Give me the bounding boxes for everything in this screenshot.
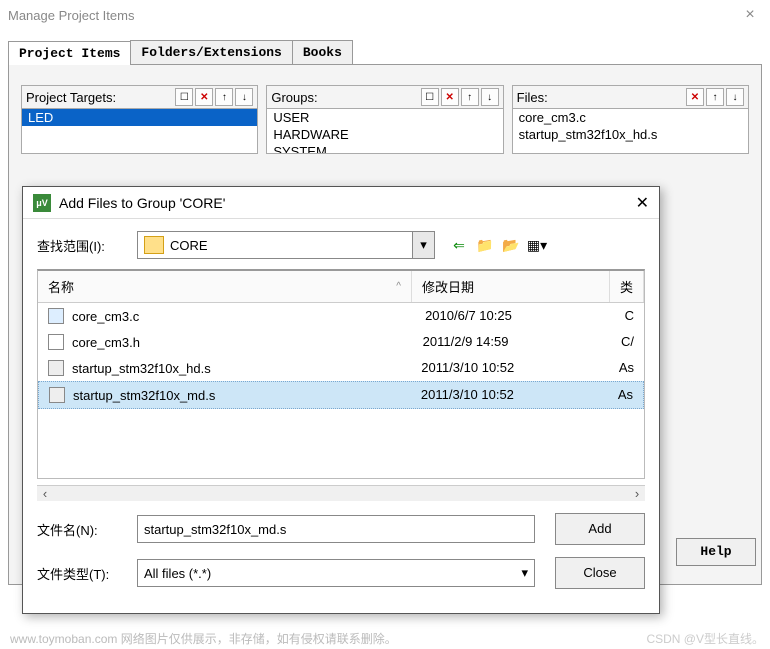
targets-new-icon[interactable]: ☐ <box>175 88 193 106</box>
main-titlebar: Manage Project Items × <box>0 0 770 30</box>
dialog-title: Add Files to Group 'CORE' <box>59 195 636 211</box>
groups-column: Groups: ☐ ✕ ↑ ↓ USER HARDWARE SYSTEM <box>266 85 503 154</box>
targets-up-icon[interactable]: ↑ <box>215 88 233 106</box>
view-menu-icon[interactable]: ▦▾ <box>527 235 547 255</box>
files-list[interactable]: core_cm3.c startup_stm32f10x_hd.s <box>513 109 748 153</box>
groups-up-icon[interactable]: ↑ <box>461 88 479 106</box>
header-date[interactable]: 修改日期 <box>412 271 610 302</box>
tab-project-items[interactable]: Project Items <box>8 41 131 65</box>
filetype-combo[interactable]: All files (*.*) ▾ <box>137 559 535 587</box>
groups-down-icon[interactable]: ↓ <box>481 88 499 106</box>
main-close-icon[interactable]: × <box>738 6 762 24</box>
target-item-led[interactable]: LED <box>22 109 257 126</box>
up-one-level-icon[interactable]: 📁 <box>475 235 495 255</box>
folder-icon <box>144 236 164 254</box>
files-up-icon[interactable]: ↑ <box>706 88 724 106</box>
file-list-header: 名称 ^ 修改日期 类 <box>38 271 644 303</box>
groups-new-icon[interactable]: ☐ <box>421 88 439 106</box>
tab-folders-extensions[interactable]: Folders/Extensions <box>130 40 292 64</box>
c-file-icon <box>48 308 64 324</box>
close-button[interactable]: Close <box>555 557 645 589</box>
file-row[interactable]: startup_stm32f10x_hd.s 2011/3/10 10:52 A… <box>38 355 644 381</box>
main-title: Manage Project Items <box>8 8 738 23</box>
file-row-selected[interactable]: startup_stm32f10x_md.s 2011/3/10 10:52 A… <box>38 381 644 409</box>
filetype-label: 文件类型(T): <box>37 564 137 583</box>
lookin-label: 查找范围(I): <box>37 236 137 255</box>
dialog-titlebar: μV Add Files to Group 'CORE' ✕ <box>23 187 659 219</box>
targets-label: Project Targets: <box>26 90 175 105</box>
file-item-1[interactable]: startup_stm32f10x_hd.s <box>513 126 748 143</box>
file-row[interactable]: core_cm3.c 2010/6/7 10:25 C <box>38 303 644 329</box>
lookin-combo[interactable]: CORE ▾ <box>137 231 435 259</box>
new-folder-icon[interactable]: 📂 <box>501 235 521 255</box>
targets-list[interactable]: LED <box>22 109 257 153</box>
group-item-system[interactable]: SYSTEM <box>267 143 502 153</box>
group-item-hardware[interactable]: HARDWARE <box>267 126 502 143</box>
file-row[interactable]: core_cm3.h 2011/2/9 14:59 C/ <box>38 329 644 355</box>
groups-label: Groups: <box>271 90 420 105</box>
file-rows: core_cm3.c 2010/6/7 10:25 C core_cm3.h 2… <box>38 303 644 409</box>
back-icon[interactable]: ⇐ <box>449 235 469 255</box>
lookin-value: CORE <box>170 238 412 253</box>
lookin-dropdown-icon[interactable]: ▾ <box>412 232 434 258</box>
scroll-left-icon[interactable]: ‹ <box>37 486 53 501</box>
targets-down-icon[interactable]: ↓ <box>235 88 253 106</box>
watermark-left: www.toymoban.com 网络图片仅供展示，非存储，如有侵权请联系删除。 <box>10 630 397 647</box>
h-file-icon <box>48 334 64 350</box>
help-button[interactable]: Help <box>676 538 756 566</box>
targets-delete-icon[interactable]: ✕ <box>195 88 213 106</box>
filename-label: 文件名(N): <box>37 520 137 539</box>
add-files-dialog: μV Add Files to Group 'CORE' ✕ 查找范围(I): … <box>22 186 660 614</box>
sort-asc-icon[interactable]: ^ <box>396 279 401 294</box>
header-type[interactable]: 类 <box>610 271 644 302</box>
groups-list[interactable]: USER HARDWARE SYSTEM <box>267 109 502 153</box>
header-name[interactable]: 名称 <box>48 277 74 296</box>
dialog-close-icon[interactable]: ✕ <box>636 193 649 213</box>
dialog-app-icon: μV <box>33 194 51 212</box>
add-button[interactable]: Add <box>555 513 645 545</box>
scroll-right-icon[interactable]: › <box>629 486 645 501</box>
asm-file-icon <box>49 387 65 403</box>
group-item-user[interactable]: USER <box>267 109 502 126</box>
files-label: Files: <box>517 90 686 105</box>
files-down-icon[interactable]: ↓ <box>726 88 744 106</box>
tab-books[interactable]: Books <box>292 40 353 64</box>
files-delete-icon[interactable]: ✕ <box>686 88 704 106</box>
filetype-dropdown-icon[interactable]: ▾ <box>521 565 528 581</box>
tab-strip: Project Items Folders/Extensions Books <box>8 40 762 65</box>
asm-file-icon <box>48 360 64 376</box>
project-targets-column: Project Targets: ☐ ✕ ↑ ↓ LED <box>21 85 258 154</box>
file-list[interactable]: 名称 ^ 修改日期 类 core_cm3.c 2010/6/7 10:25 C … <box>37 269 645 479</box>
watermark-right: CSDN @V型长直线。 <box>646 630 764 647</box>
file-item-0[interactable]: core_cm3.c <box>513 109 748 126</box>
filename-input[interactable]: startup_stm32f10x_md.s <box>137 515 535 543</box>
horizontal-scrollbar[interactable]: ‹ › <box>37 485 645 501</box>
files-column: Files: ✕ ↑ ↓ core_cm3.c startup_stm32f10… <box>512 85 749 154</box>
groups-delete-icon[interactable]: ✕ <box>441 88 459 106</box>
